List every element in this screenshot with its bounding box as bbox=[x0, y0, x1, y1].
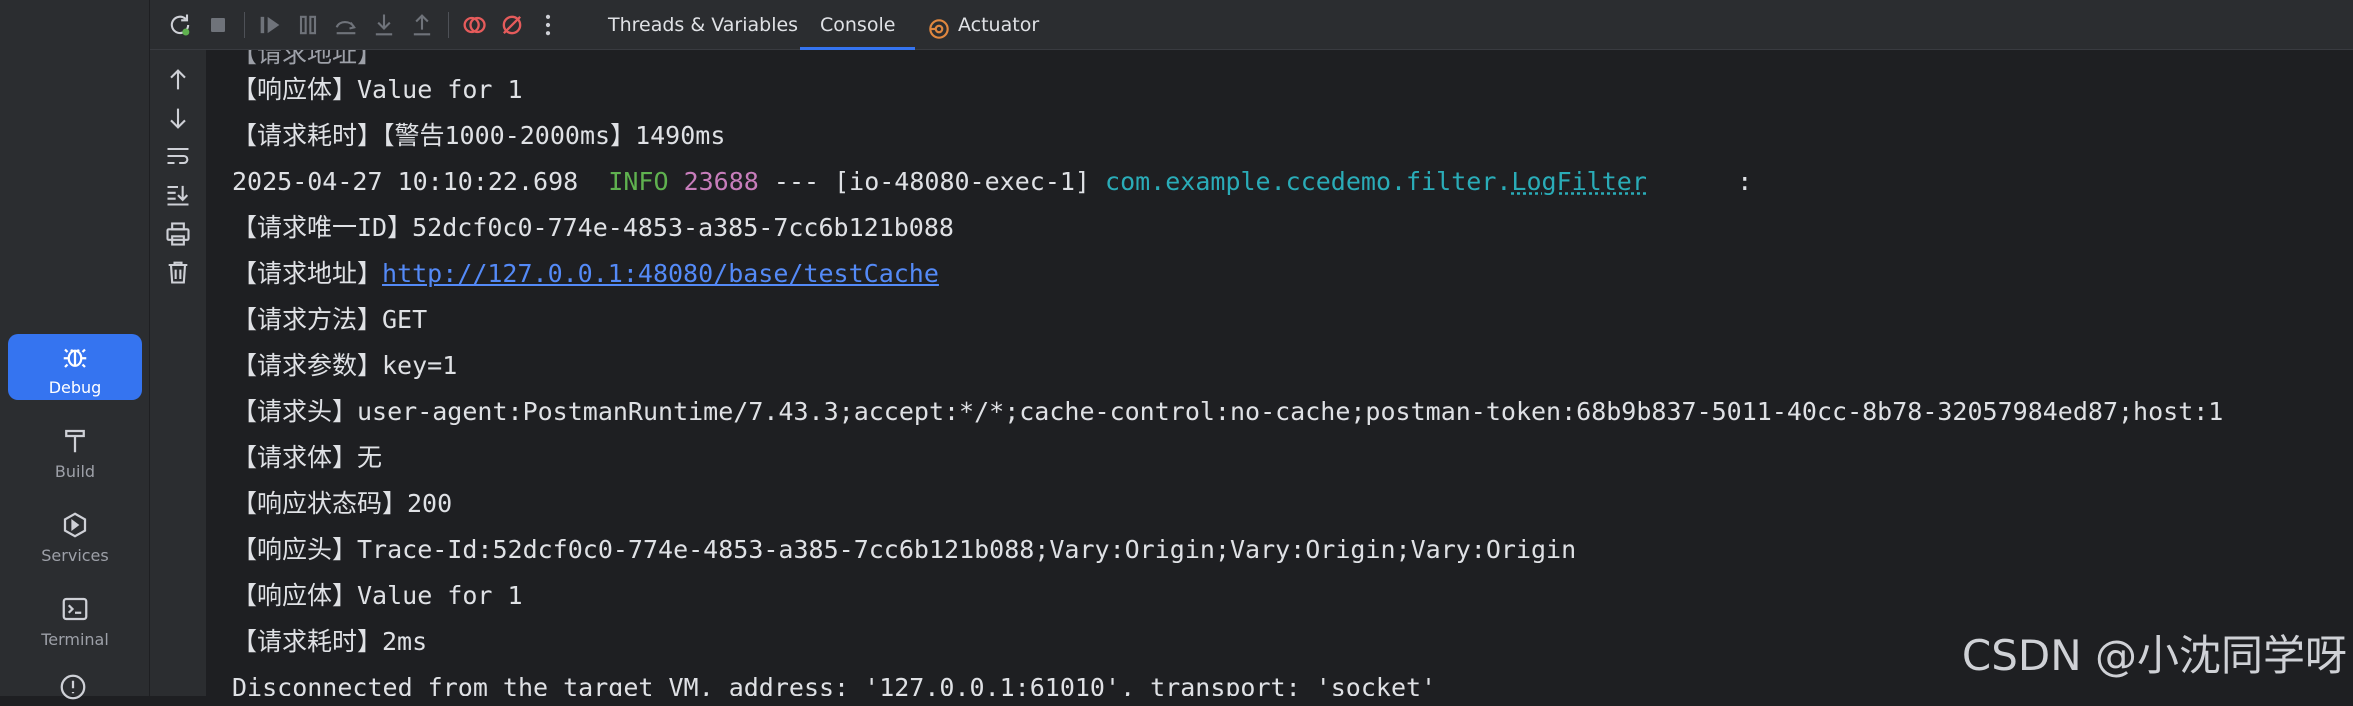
console-line: 【响应头】Trace-Id:52dcf0c0-774e-4853-a385-7c… bbox=[232, 535, 1577, 564]
log-separator: : bbox=[1646, 167, 1753, 196]
tool-window-strip: Debug Build Services Terminal bbox=[0, 0, 150, 700]
console-line: 【请求唯一ID】52dcf0c0-774e-4853-a385-7cc6b121… bbox=[232, 213, 954, 242]
rerun-icon[interactable] bbox=[166, 11, 194, 39]
debug-toolbar: Threads & Variables Console Actuator bbox=[150, 0, 2353, 50]
breakpoints-icon[interactable] bbox=[460, 11, 488, 39]
tab-actuator[interactable]: Actuator bbox=[912, 0, 1059, 50]
console-line: 【响应状态码】200 bbox=[232, 489, 453, 518]
console-line: 【请求头】user-agent:PostmanRuntime/7.43.3;ac… bbox=[232, 397, 2224, 426]
console-line: Disconnected from the target VM, address… bbox=[232, 673, 1437, 696]
build-tool-button[interactable]: Build bbox=[8, 418, 142, 484]
log-timestamp: 2025-04-27 10:10:22.698 bbox=[232, 167, 609, 196]
console-line: 【响应体】Value for 1 bbox=[232, 581, 523, 610]
debug-tool-button[interactable]: Debug bbox=[8, 334, 142, 400]
console-line: 【请求耗时】2ms bbox=[232, 627, 428, 656]
tab-threads-variables[interactable]: Threads & Variables bbox=[588, 0, 818, 50]
console-side-toolbar bbox=[150, 50, 206, 696]
resume-icon[interactable] bbox=[256, 11, 284, 39]
log-line: 2025-04-27 10:10:22.698 INFO 23688 --- [… bbox=[232, 164, 1752, 200]
problems-icon[interactable] bbox=[58, 672, 88, 706]
stop-icon[interactable] bbox=[204, 11, 232, 39]
console-line-partial: 【请求地址】 bbox=[232, 50, 1015, 68]
log-pid: 23688 bbox=[683, 167, 759, 196]
console-line: 【响应体】Value for 1 bbox=[232, 75, 523, 104]
more-icon[interactable] bbox=[534, 11, 562, 39]
mute-breakpoints-icon[interactable] bbox=[498, 11, 526, 39]
pause-icon[interactable] bbox=[294, 11, 322, 39]
console-output[interactable]: 【请求地址】 【响应体】Value for 1 【请求耗时】【警告1000-20… bbox=[206, 50, 2353, 696]
request-url-label: 【请求地址】 bbox=[232, 259, 383, 288]
soft-wrap-icon[interactable] bbox=[164, 142, 192, 170]
step-out-icon[interactable] bbox=[408, 11, 436, 39]
step-over-icon[interactable] bbox=[332, 11, 360, 39]
services-label: Services bbox=[41, 546, 109, 565]
console-line: 【请求方法】GET bbox=[232, 305, 428, 334]
tab-console[interactable]: Console bbox=[800, 0, 916, 50]
console-line: 【请求体】无 bbox=[232, 443, 383, 472]
services-tool-button[interactable]: Services bbox=[8, 502, 142, 568]
terminal-icon bbox=[8, 594, 142, 628]
bug-icon bbox=[8, 342, 142, 376]
scroll-to-end-icon[interactable] bbox=[164, 180, 192, 208]
request-url-link[interactable]: http://127.0.0.1:48080/base/testCache bbox=[382, 259, 939, 288]
step-into-icon[interactable] bbox=[370, 11, 398, 39]
terminal-label: Terminal bbox=[41, 630, 109, 649]
trash-icon[interactable] bbox=[164, 258, 192, 286]
print-icon[interactable] bbox=[164, 220, 192, 248]
log-thread: --- [io-48080-exec-1] bbox=[758, 167, 1106, 196]
terminal-tool-button[interactable]: Terminal bbox=[8, 586, 142, 652]
down-arrow-icon[interactable] bbox=[164, 104, 192, 132]
log-package: com.example.ccedemo.filter. bbox=[1105, 167, 1512, 196]
watermark: CSDN @小沈同学呀 bbox=[1961, 631, 2347, 680]
log-class-link[interactable]: LogFilter bbox=[1511, 167, 1646, 196]
tab-actuator-label: Actuator bbox=[958, 14, 1040, 36]
log-level: INFO bbox=[608, 167, 669, 196]
up-arrow-icon[interactable] bbox=[164, 66, 192, 94]
build-label: Build bbox=[54, 462, 96, 481]
services-icon bbox=[8, 510, 142, 544]
console-line: 【请求参数】key=1 bbox=[232, 351, 458, 380]
hammer-icon bbox=[8, 426, 142, 460]
debug-label: Debug bbox=[48, 378, 102, 397]
console-line: 【请求地址】http://127.0.0.1:48080/base/testCa… bbox=[232, 256, 939, 292]
console-line: 【请求耗时】【警告1000-2000ms】1490ms bbox=[232, 121, 726, 150]
